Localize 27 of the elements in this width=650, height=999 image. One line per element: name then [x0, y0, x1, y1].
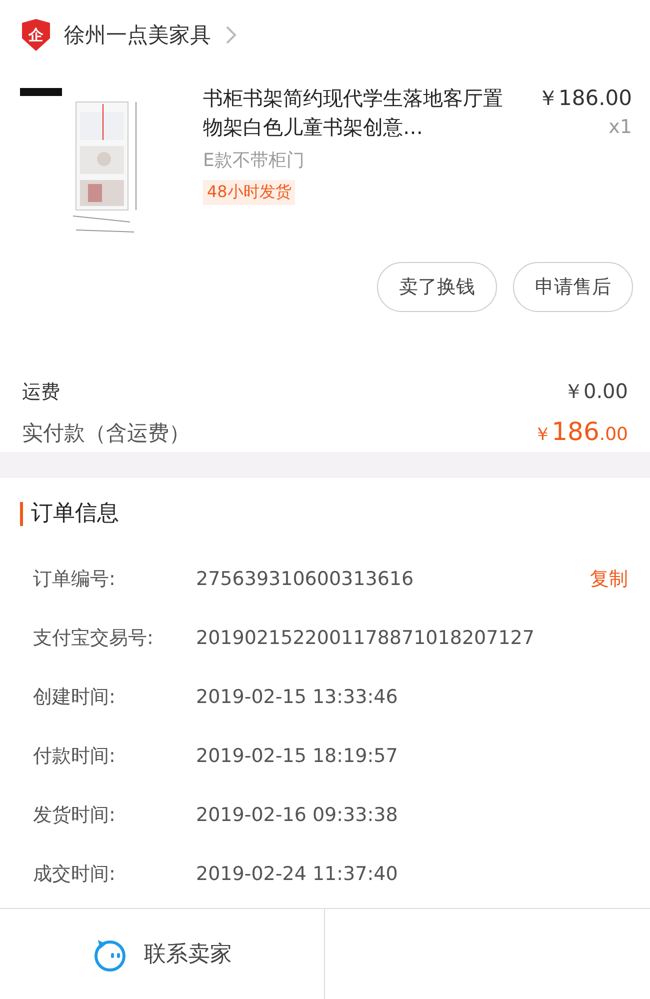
shipping-tag: 48小时发货 — [203, 180, 296, 205]
info-label: 发货时间: — [33, 802, 116, 828]
info-label: 订单编号: — [33, 566, 116, 592]
shop-name[interactable]: 徐州一点美家具 — [64, 21, 211, 49]
freight-label: 运费 — [22, 380, 60, 405]
info-label: 成交时间: — [33, 862, 116, 886]
info-value: 275639310600313616 — [196, 568, 415, 590]
paid-amount: ￥186.00 — [534, 417, 628, 446]
product-quantity: x1 — [608, 116, 632, 138]
section-title: 订单信息 — [20, 502, 119, 526]
action-button[interactable]: 申请售后 — [513, 262, 633, 312]
info-label: 创建时间: — [33, 684, 116, 710]
action-button[interactable]: 卖了换钱 — [377, 262, 497, 312]
product-price: ￥186.00 — [538, 85, 632, 112]
info-label: 付款时间: — [33, 744, 116, 768]
info-value: 2019021522001178871018207127 — [196, 626, 536, 648]
info-value: 2019-02-15 18:19:57 — [196, 744, 399, 766]
product-title[interactable]: 书柜书架简约现代学生落地客厅置物架白色儿童书架创意… — [203, 84, 503, 142]
info-value: 2019-02-15 13:33:46 — [196, 686, 399, 708]
info-value: 2019-02-16 09:33:38 — [196, 804, 399, 826]
paid-label: 实付款（含运费） — [22, 420, 190, 447]
info-label: 支付宝交易号: — [33, 626, 154, 650]
shop-badge-icon: 企 — [22, 19, 50, 51]
product-variant: E款不带柜门 — [203, 149, 306, 172]
info-value: 2019-02-24 11:37:40 — [196, 862, 399, 884]
chevron-right-icon — [225, 25, 237, 45]
freight-amount: ￥0.00 — [563, 378, 628, 405]
